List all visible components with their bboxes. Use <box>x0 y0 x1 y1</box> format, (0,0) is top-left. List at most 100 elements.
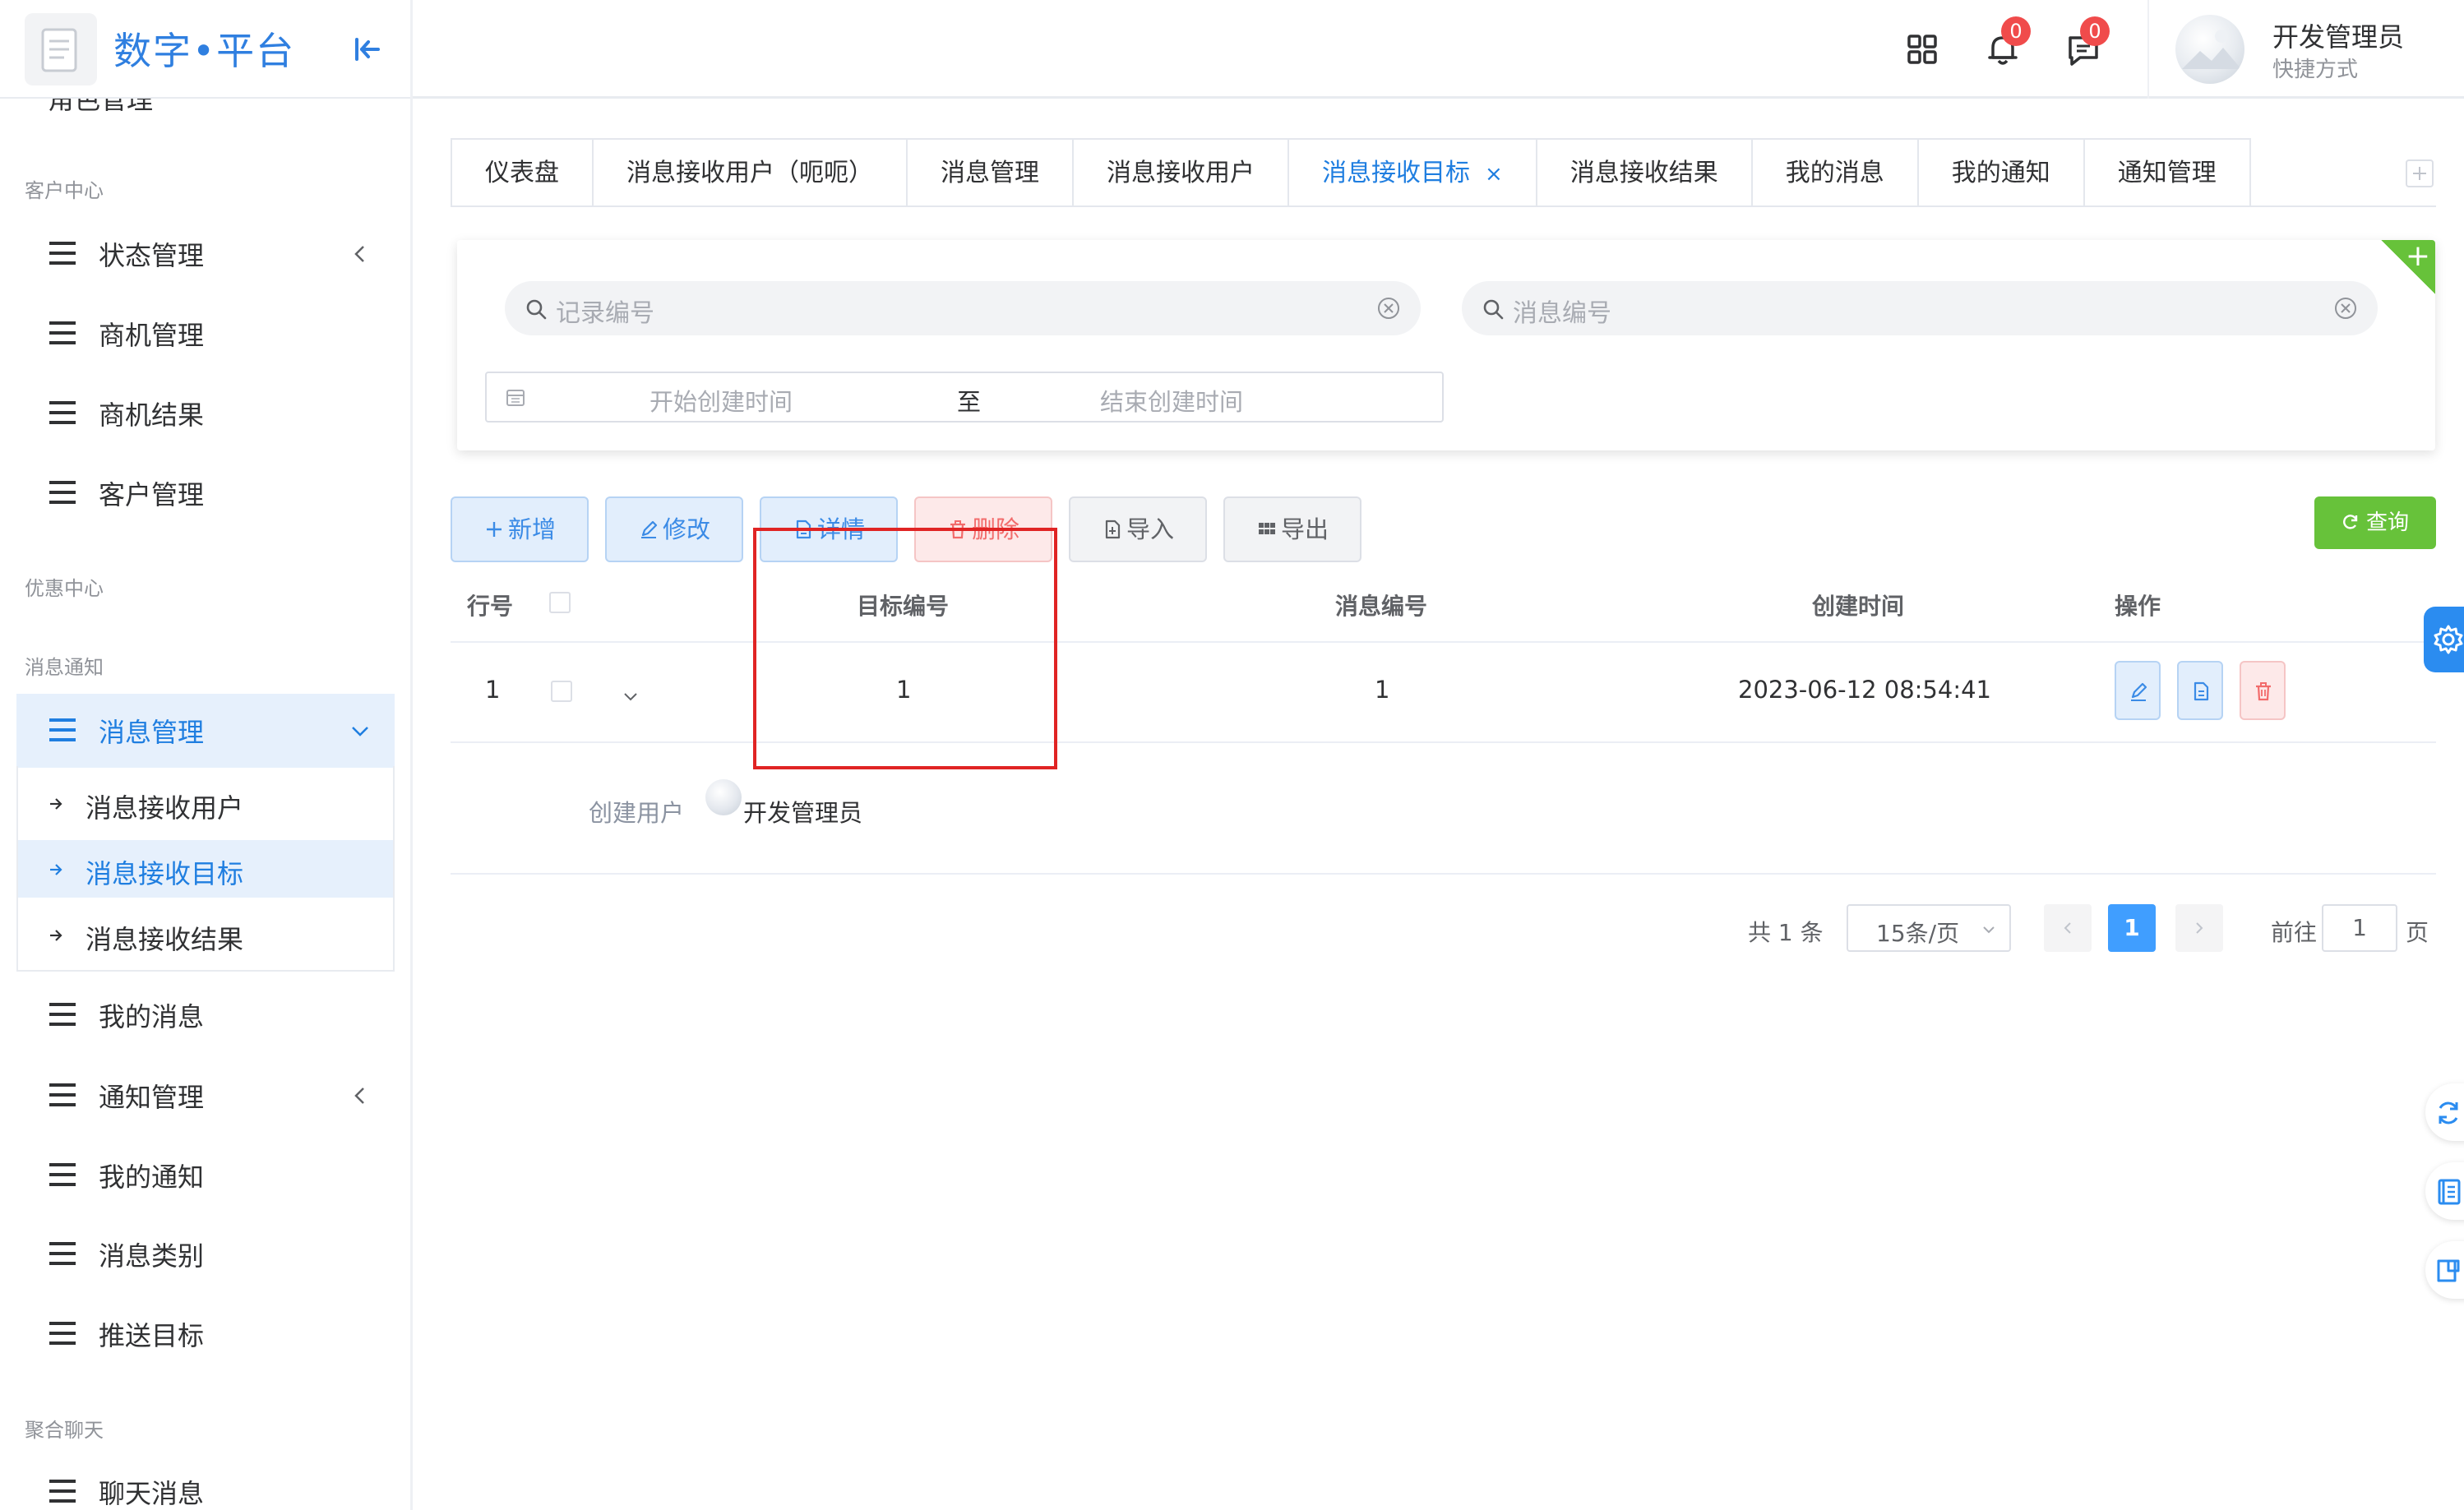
add-tab-icon[interactable] <box>2406 159 2434 187</box>
sidebar-subitem-message-receive-result[interactable]: 消息接收结果 <box>18 906 393 963</box>
edit-button-label: 修改 <box>662 515 710 543</box>
sidebar-item-label: 消息类别 <box>99 1240 205 1272</box>
menu-icon <box>49 1003 76 1026</box>
refresh-float-button[interactable] <box>2425 1083 2464 1141</box>
add-button-label: 新增 <box>507 515 556 543</box>
sidebar-item-opportunity-result[interactable]: 商机结果 <box>16 376 395 450</box>
settings-float-button[interactable] <box>2424 607 2464 672</box>
sidebar-item-my-messages[interactable]: 我的消息 <box>16 978 395 1052</box>
export-button-label: 导出 <box>1280 515 1329 543</box>
sidebar-item-chat-messages[interactable]: 聊天消息 <box>16 1455 395 1510</box>
expand-row-icon[interactable] <box>622 687 640 705</box>
goto-page-input[interactable]: 1 <box>2322 904 2397 952</box>
avatar[interactable] <box>2175 15 2244 84</box>
collapse-sidebar-icon[interactable] <box>350 33 383 66</box>
plus-icon <box>486 522 502 537</box>
sidebar-item-label: 通知管理 <box>99 1082 205 1113</box>
tab-message-receive-result[interactable]: 消息接收结果 <box>1537 140 1753 207</box>
tab-close-icon[interactable]: × <box>1485 162 1503 187</box>
prev-page-button[interactable] <box>2044 904 2092 952</box>
tab-message-receive-target[interactable]: 消息接收目标 × <box>1289 140 1537 207</box>
menu-icon <box>49 242 76 265</box>
export-button[interactable]: 导出 <box>1223 496 1361 562</box>
add-button[interactable]: 新增 <box>451 496 589 562</box>
tab-notification-management[interactable]: 通知管理 <box>2084 140 2249 207</box>
page-size-select[interactable]: 15条/页 <box>1847 904 2011 952</box>
arrow-right-icon <box>50 930 62 941</box>
sidebar-item-message-category[interactable]: 消息类别 <box>16 1217 395 1291</box>
table-bottom-divider <box>451 873 2436 875</box>
current-page-button[interactable]: 1 <box>2108 904 2156 952</box>
pagination-total: 共 1 条 <box>1748 919 1824 946</box>
record-no-placeholder: 记录编号 <box>556 299 654 328</box>
column-header-created-at: 创建时间 <box>1812 593 1905 620</box>
sidebar-group-aggregated-chat: 聚合聊天 <box>25 1419 104 1442</box>
sidebar-group-message-notification: 消息通知 <box>25 656 104 679</box>
sidebar-item-customer-management[interactable]: 客户管理 <box>16 456 395 530</box>
sidebar-item-message-management[interactable]: 消息管理 <box>16 694 395 768</box>
range-separator: 至 <box>957 388 982 416</box>
import-button[interactable]: 导入 <box>1069 496 1207 562</box>
sidebar-item-label: 商机结果 <box>99 399 205 431</box>
sidebar-item-notification-management[interactable]: 通知管理 <box>16 1059 395 1133</box>
logo-bar: 数字•平台 <box>0 0 410 99</box>
book-icon <box>2438 1179 2461 1205</box>
user-name[interactable]: 开发管理员 <box>2272 16 2404 54</box>
search-icon <box>526 299 547 320</box>
notification-badge: 0 <box>2001 16 2031 46</box>
row-detail-button[interactable] <box>2177 661 2223 720</box>
document-float-button[interactable] <box>2425 1162 2464 1220</box>
sidebar-subitem-label: 消息接收目标 <box>86 858 244 889</box>
tab-my-notifications[interactable]: 我的通知 <box>1918 140 2085 207</box>
created-time-range-picker[interactable]: 开始创建时间 至 结束创建时间 <box>485 372 1444 423</box>
tab-dashboard[interactable]: 仪表盘 <box>452 140 594 207</box>
sidebar-item-label: 推送目标 <box>99 1320 205 1351</box>
document-icon <box>2194 681 2209 701</box>
message-no-placeholder: 消息编号 <box>1513 299 1611 328</box>
end-time-placeholder[interactable]: 结束创建时间 <box>1100 383 1243 418</box>
grid-table-icon <box>1258 523 1275 534</box>
sidebar-item-push-target[interactable]: 推送目标 <box>16 1297 395 1371</box>
chevron-left-icon <box>354 1087 364 1104</box>
apps-grid-icon[interactable] <box>1904 31 1940 67</box>
sidebar-item-label: 我的通知 <box>99 1161 205 1193</box>
tab-message-receive-user-ee[interactable]: 消息接收用户（呃呃） <box>594 140 908 207</box>
row-delete-button[interactable] <box>2240 661 2286 720</box>
chevron-down-icon <box>352 727 368 737</box>
row-checkbox[interactable] <box>551 681 572 702</box>
tab-my-messages[interactable]: 我的消息 <box>1752 140 1919 207</box>
chevron-left-icon <box>354 246 364 262</box>
sidebar-item-label: 客户管理 <box>99 479 205 510</box>
chevron-down-icon <box>1983 926 1995 934</box>
record-no-input[interactable]: 记录编号 <box>505 281 1421 335</box>
search-icon <box>1483 299 1504 320</box>
sidebar-item-opportunity-management[interactable]: 商机管理 <box>16 297 395 371</box>
sidebar-item-label: 商机管理 <box>99 320 205 351</box>
user-shortcut-label[interactable]: 快捷方式 <box>2272 53 2358 83</box>
select-all-checkbox[interactable] <box>549 592 571 613</box>
sidebar-item-status-management[interactable]: 状态管理 <box>16 217 395 291</box>
tabs-divider <box>451 205 2436 207</box>
next-page-button[interactable] <box>2175 904 2223 952</box>
sidebar-item-label: 聊天消息 <box>99 1478 205 1509</box>
page-tabs: 仪表盘 消息接收用户（呃呃） 消息管理 消息接收用户 消息接收目标 × 消息接收结… <box>451 138 2251 207</box>
row-edit-button[interactable] <box>2115 661 2161 720</box>
tab-message-management[interactable]: 消息管理 <box>908 140 1074 207</box>
clear-icon[interactable] <box>1376 296 1401 321</box>
sidebar-subitem-message-receive-user[interactable]: 消息接收用户 <box>18 774 393 832</box>
sync-icon <box>2439 1101 2458 1124</box>
sidebar-item-my-notifications[interactable]: 我的通知 <box>16 1138 395 1212</box>
message-no-input[interactable]: 消息编号 <box>1462 281 2378 335</box>
tab-message-receive-user[interactable]: 消息接收用户 <box>1074 140 1289 207</box>
message-badge: 0 <box>2080 16 2110 46</box>
file-import-icon <box>1105 519 1121 539</box>
corner-add-button[interactable]: + <box>2381 240 2435 294</box>
sidebar-subitem-message-receive-target[interactable]: 消息接收目标 <box>18 840 393 898</box>
menu-icon <box>49 1480 76 1503</box>
query-button[interactable]: 查询 <box>2314 496 2436 549</box>
edit-button[interactable]: 修改 <box>605 496 743 562</box>
tag-float-button[interactable] <box>2425 1241 2464 1299</box>
logo-text: 数字•平台 <box>113 29 296 73</box>
start-time-placeholder[interactable]: 开始创建时间 <box>650 383 793 418</box>
clear-icon[interactable] <box>2333 296 2358 321</box>
